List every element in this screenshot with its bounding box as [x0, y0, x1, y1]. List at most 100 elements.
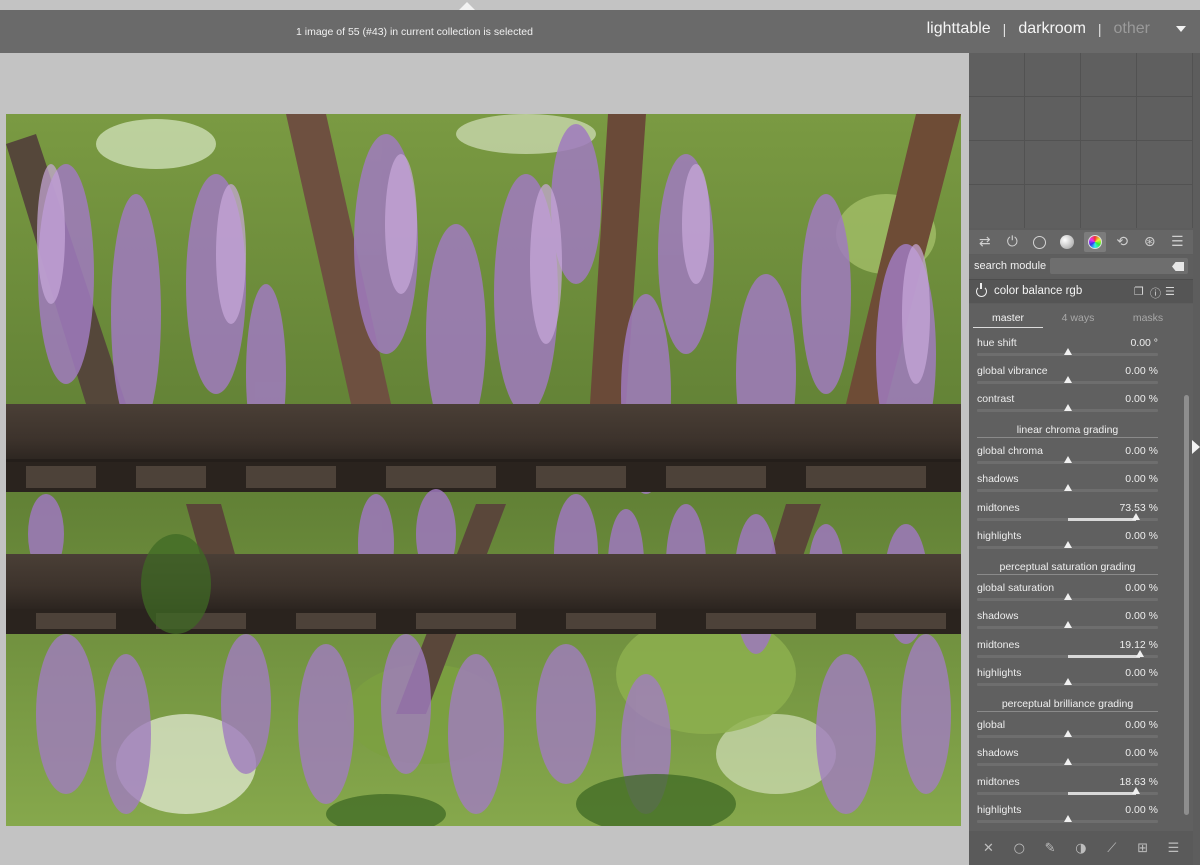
saturation-midtones-slider[interactable]: midtones 19.12 %: [977, 639, 1158, 661]
search-input[interactable]: [1050, 258, 1188, 274]
module-header[interactable]: color balance rgb ❐ ⓘ ☰: [969, 279, 1193, 303]
close-icon[interactable]: ✕: [979, 839, 997, 857]
reset-icon[interactable]: ⓘ: [1150, 285, 1161, 301]
slider-label: hue shift: [977, 337, 1017, 349]
chroma-highlights-slider[interactable]: highlights 0.00 %: [977, 530, 1158, 552]
tab-masks[interactable]: masks: [1113, 310, 1183, 328]
brilliance-global-slider[interactable]: global 0.00 %: [977, 719, 1158, 741]
view-other[interactable]: other: [1114, 20, 1150, 38]
view-separator: |: [1002, 21, 1007, 37]
sliders-icon[interactable]: ⇄: [974, 232, 996, 252]
brilliance-midtones-slider[interactable]: midtones 18.63 %: [977, 776, 1158, 798]
slider-marker-icon[interactable]: [1063, 376, 1072, 383]
module-group-tabs: ⇄ ⏻ ⟲ ⊛ ☰: [969, 230, 1193, 254]
slider-value[interactable]: 0.00 %: [1125, 610, 1158, 622]
view-lighttable[interactable]: lighttable: [927, 20, 991, 38]
chroma-shadows-slider[interactable]: shadows 0.00 %: [977, 473, 1158, 495]
slider-value[interactable]: 0.00 %: [1125, 445, 1158, 457]
raster-mask-icon[interactable]: ⊞: [1134, 839, 1152, 857]
color-wheel-shape: [1087, 235, 1102, 249]
brilliance-shadows-slider[interactable]: shadows 0.00 %: [977, 747, 1158, 769]
drawn-parametric-icon[interactable]: ◑: [1072, 839, 1090, 857]
slider-value[interactable]: 0.00 %: [1125, 582, 1158, 594]
slider-label: highlights: [977, 667, 1022, 679]
slider-label: highlights: [977, 804, 1022, 816]
slider-label: global: [977, 719, 1006, 731]
global-saturation-slider[interactable]: global saturation 0.00 %: [977, 582, 1158, 604]
slider-value[interactable]: 0.00 %: [1125, 667, 1158, 679]
slider-value[interactable]: 0.00 %: [1125, 804, 1158, 816]
slider-marker-icon[interactable]: [1063, 593, 1072, 600]
tab-master[interactable]: master: [973, 310, 1043, 328]
slider-fill: [1067, 655, 1140, 658]
slider-marker-icon[interactable]: [1063, 541, 1072, 548]
slider-value[interactable]: 0.00 %: [1125, 365, 1158, 377]
slider-value[interactable]: 0.00 %: [1125, 719, 1158, 731]
slider-value[interactable]: 0.00 °: [1130, 337, 1158, 349]
slider-marker-icon[interactable]: [1132, 513, 1141, 520]
slider-label: midtones: [977, 502, 1020, 514]
contrast-slider[interactable]: contrast 0.00 %: [977, 393, 1158, 415]
power-icon[interactable]: [976, 283, 987, 297]
slider-value[interactable]: 0.00 %: [1125, 393, 1158, 405]
view-separator: |: [1097, 21, 1102, 37]
image-canvas[interactable]: [6, 114, 961, 826]
slider-marker-icon[interactable]: [1063, 348, 1072, 355]
circle-icon[interactable]: ○: [1010, 839, 1028, 857]
aperture-glyph: ⊛: [1143, 234, 1156, 250]
view-darkroom[interactable]: darkroom: [1018, 20, 1086, 38]
global-vibrance-slider[interactable]: global vibrance 0.00 %: [977, 365, 1158, 387]
collapse-top-arrow-icon[interactable]: [459, 2, 475, 10]
power-icon-glyph: ⏻: [1006, 234, 1018, 250]
slider-marker-icon[interactable]: [1132, 787, 1141, 794]
module-menu-icon[interactable]: ☰: [1165, 285, 1175, 298]
brush-icon[interactable]: ✎: [1041, 839, 1059, 857]
chroma-midtones-slider[interactable]: midtones 73.53 %: [977, 502, 1158, 524]
slider-label: midtones: [977, 776, 1020, 788]
color-wheel-icon[interactable]: [1083, 232, 1106, 252]
slider-marker-icon[interactable]: [1063, 678, 1072, 685]
sphere-icon[interactable]: [1056, 232, 1078, 252]
presets-icon[interactable]: ❐: [1134, 285, 1144, 298]
slider-marker-icon[interactable]: [1063, 815, 1072, 822]
mask-toolbar: ✕ ○ ✎ ◑ ⟋ ⊞ ☰: [969, 831, 1193, 865]
slider-marker-icon[interactable]: [1063, 456, 1072, 463]
ring-icon[interactable]: [1029, 232, 1051, 252]
saturation-highlights-slider[interactable]: highlights 0.00 %: [977, 667, 1158, 689]
slider-marker-icon[interactable]: [1135, 650, 1144, 657]
slider-fill: [1067, 792, 1137, 795]
aperture-icon[interactable]: ⊛: [1139, 232, 1161, 252]
slider-value[interactable]: 0.00 %: [1125, 530, 1158, 542]
center-view: [0, 53, 969, 865]
search-row: search module: [969, 255, 1193, 277]
slider-marker-icon[interactable]: [1063, 758, 1072, 765]
module-scrollbar[interactable]: [1184, 395, 1189, 815]
wisteria-photo: [6, 114, 961, 826]
chevron-down-icon[interactable]: [1176, 26, 1186, 32]
slider-marker-icon[interactable]: [1063, 404, 1072, 411]
hue-shift-slider[interactable]: hue shift 0.00 °: [977, 337, 1158, 359]
parametric-mask-icon[interactable]: ⟋: [1103, 839, 1121, 857]
circle-arrows-icon[interactable]: ⟲: [1111, 232, 1133, 252]
module-body: master 4 ways masks hue shift 0.00 ° globa…: [969, 304, 1193, 831]
top-panel-toggle-strip[interactable]: [0, 0, 1200, 10]
saturation-shadows-slider[interactable]: shadows 0.00 %: [977, 610, 1158, 632]
expand-right-arrow-icon[interactable]: [1192, 440, 1200, 454]
brilliance-highlights-slider[interactable]: highlights 0.00 %: [977, 804, 1158, 826]
header-bar: 1 image of 55 (#43) in current collectio…: [0, 10, 1200, 53]
slider-marker-icon[interactable]: [1063, 730, 1072, 737]
slider-label: shadows: [977, 610, 1019, 622]
hamburger-icon[interactable]: ☰: [1166, 232, 1188, 252]
slider-marker-icon[interactable]: [1063, 484, 1072, 491]
module-title: color balance rgb: [994, 285, 1083, 297]
slider-marker-icon[interactable]: [1063, 621, 1072, 628]
slider-value[interactable]: 0.00 %: [1125, 473, 1158, 485]
tab-4-ways[interactable]: 4 ways: [1043, 310, 1113, 328]
power-icon[interactable]: ⏻: [1001, 232, 1023, 252]
slider-value[interactable]: 0.00 %: [1125, 747, 1158, 759]
global-chroma-slider[interactable]: global chroma 0.00 %: [977, 445, 1158, 467]
menu-icon[interactable]: ☰: [1164, 839, 1182, 857]
slider-label: midtones: [977, 639, 1020, 651]
selection-info: 1 image of 55 (#43) in current collectio…: [296, 26, 533, 38]
slider-label: shadows: [977, 473, 1019, 485]
